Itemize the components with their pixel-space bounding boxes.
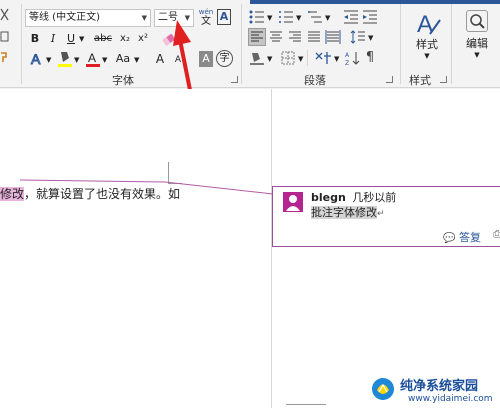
watermark-circle-icon [372, 378, 394, 400]
resolve-icon[interactable]: ⎙ [493, 229, 500, 240]
pane-bottom-tab [286, 404, 326, 408]
styles-button-label: 样式 [416, 38, 438, 51]
dropdown-arrow-icon[interactable]: ▼ [267, 14, 272, 22]
dropdown-arrow-icon[interactable]: ▼ [334, 55, 339, 63]
reply-label: 答复 [459, 231, 481, 244]
watermark-title: 纯净系统家园 [400, 379, 479, 394]
font-name-dropdown[interactable]: 等线 (中文正文) ▼ [25, 9, 151, 27]
comment-connector-line [19, 179, 274, 195]
dropdown-arrow-icon[interactable]: ▼ [368, 34, 373, 42]
align-right-icon[interactable] [287, 29, 303, 45]
dropdown-arrow-icon[interactable]: ▼ [134, 56, 139, 64]
group-separator [21, 4, 22, 84]
highlight-color-icon[interactable] [57, 50, 73, 68]
group-separator [241, 4, 242, 84]
reply-button[interactable]: 💬 答复 [443, 229, 481, 245]
return-mark-icon: ↵ [377, 209, 385, 219]
paragraph-dialog-launcher-icon[interactable] [386, 76, 393, 83]
grow-font-button[interactable]: A [153, 50, 167, 68]
search-icon [466, 10, 488, 32]
styles-icon: A [417, 11, 441, 38]
copy-icon[interactable] [0, 30, 10, 44]
svg-text:A: A [88, 51, 96, 65]
font-group-label: 字体 [112, 74, 134, 87]
svg-text:Z: Z [345, 60, 349, 66]
ribbon-title-bar-edge [250, 0, 500, 4]
font-name-value: 等线 (中文正文) [29, 12, 100, 23]
font-color-icon[interactable]: A [85, 50, 101, 68]
cut-icon[interactable] [0, 8, 10, 22]
styles-button[interactable]: A 样式 ▼ [409, 8, 445, 64]
chevron-down-icon: ▼ [141, 14, 147, 22]
chinese-layout-icon[interactable] [314, 50, 332, 66]
distributed-icon[interactable] [325, 29, 341, 45]
increase-indent-icon[interactable] [362, 9, 378, 25]
change-case-button[interactable]: Aa [113, 50, 133, 68]
comment-card[interactable]: blegn 几秒以前 批注字体修改↵ 💬 答复 ⎙ [272, 186, 500, 247]
styles-dialog-launcher-icon[interactable] [440, 76, 447, 83]
numbering-icon[interactable] [278, 9, 294, 25]
font-dialog-launcher-icon[interactable] [231, 76, 238, 83]
strikethrough-button[interactable]: abc [92, 30, 114, 48]
underline-dropdown-icon[interactable]: ▼ [79, 35, 84, 43]
underline-button[interactable]: U [64, 30, 78, 48]
comment-text-line[interactable]: 批注字体修改↵ [311, 204, 385, 220]
bullets-icon[interactable] [249, 9, 265, 25]
dropdown-arrow-icon[interactable]: ▼ [298, 55, 303, 63]
enclose-char-label: 字 [219, 53, 230, 64]
phonetic-guide-label: wén [198, 8, 214, 16]
dropdown-arrow-icon[interactable]: ▼ [267, 55, 272, 63]
italic-button[interactable]: I [46, 30, 60, 48]
editing-button[interactable]: 编辑 ▼ [458, 8, 496, 64]
chevron-down-icon: ▼ [474, 51, 480, 59]
dropdown-arrow-icon[interactable]: ▼ [74, 56, 79, 64]
comment-header: blegn 几秒以前 [311, 189, 396, 205]
svg-text:A: A [345, 52, 350, 59]
dropdown-arrow-icon[interactable]: ▼ [325, 14, 330, 22]
styles-group-label: 样式 [409, 74, 431, 87]
watermark-logo: 纯净系统家园 www.yidaimei.com [368, 372, 500, 408]
group-separator [400, 4, 401, 84]
comment-author: blegn [311, 191, 346, 204]
ribbon-home: 等线 (中文正文) ▼ 二号 ▼ wén 文 A B I U ▼ abc x₂ … [0, 0, 500, 88]
comment-time: 几秒以前 [352, 191, 397, 204]
comment-text[interactable]: 批注字体修改 [311, 206, 377, 219]
sort-icon[interactable]: AZ [345, 50, 361, 67]
paragraph-group-label: 段落 [304, 74, 326, 87]
dropdown-arrow-icon[interactable]: ▼ [46, 56, 51, 64]
subscript-button[interactable]: x₂ [117, 30, 133, 48]
align-center-icon[interactable] [268, 29, 284, 45]
svg-text:A: A [31, 51, 41, 67]
format-painter-icon[interactable] [0, 50, 10, 64]
decrease-indent-icon[interactable] [343, 9, 359, 25]
avatar [283, 192, 303, 212]
watermark-url: www.yidaimei.com [408, 394, 493, 404]
comments-pane [271, 89, 500, 408]
dropdown-arrow-icon[interactable]: ▼ [296, 14, 301, 22]
enclose-character-button[interactable]: A [217, 9, 231, 25]
borders-icon[interactable] [280, 50, 296, 66]
enclose-char-button[interactable]: 字 [216, 50, 233, 67]
shading-icon[interactable] [249, 50, 265, 66]
editing-button-label: 编辑 [466, 37, 488, 50]
dropdown-arrow-icon[interactable]: ▼ [102, 56, 107, 64]
line-spacing-icon[interactable] [350, 29, 366, 45]
show-formatting-marks-icon[interactable]: ¶ [363, 50, 377, 66]
chevron-down-icon: ▼ [424, 52, 430, 60]
align-left-icon[interactable] [248, 28, 266, 46]
reply-icon: 💬 [443, 233, 456, 244]
document-page[interactable]: 修改，就算设置了也没有效果。如 [0, 89, 271, 408]
justify-icon[interactable] [306, 29, 322, 45]
bold-button[interactable]: B [28, 30, 42, 48]
separator [307, 50, 308, 66]
text-effects-icon[interactable]: A [29, 51, 45, 68]
multilevel-list-icon[interactable] [307, 9, 323, 25]
group-separator [451, 4, 452, 84]
superscript-button[interactable]: x² [135, 30, 151, 48]
